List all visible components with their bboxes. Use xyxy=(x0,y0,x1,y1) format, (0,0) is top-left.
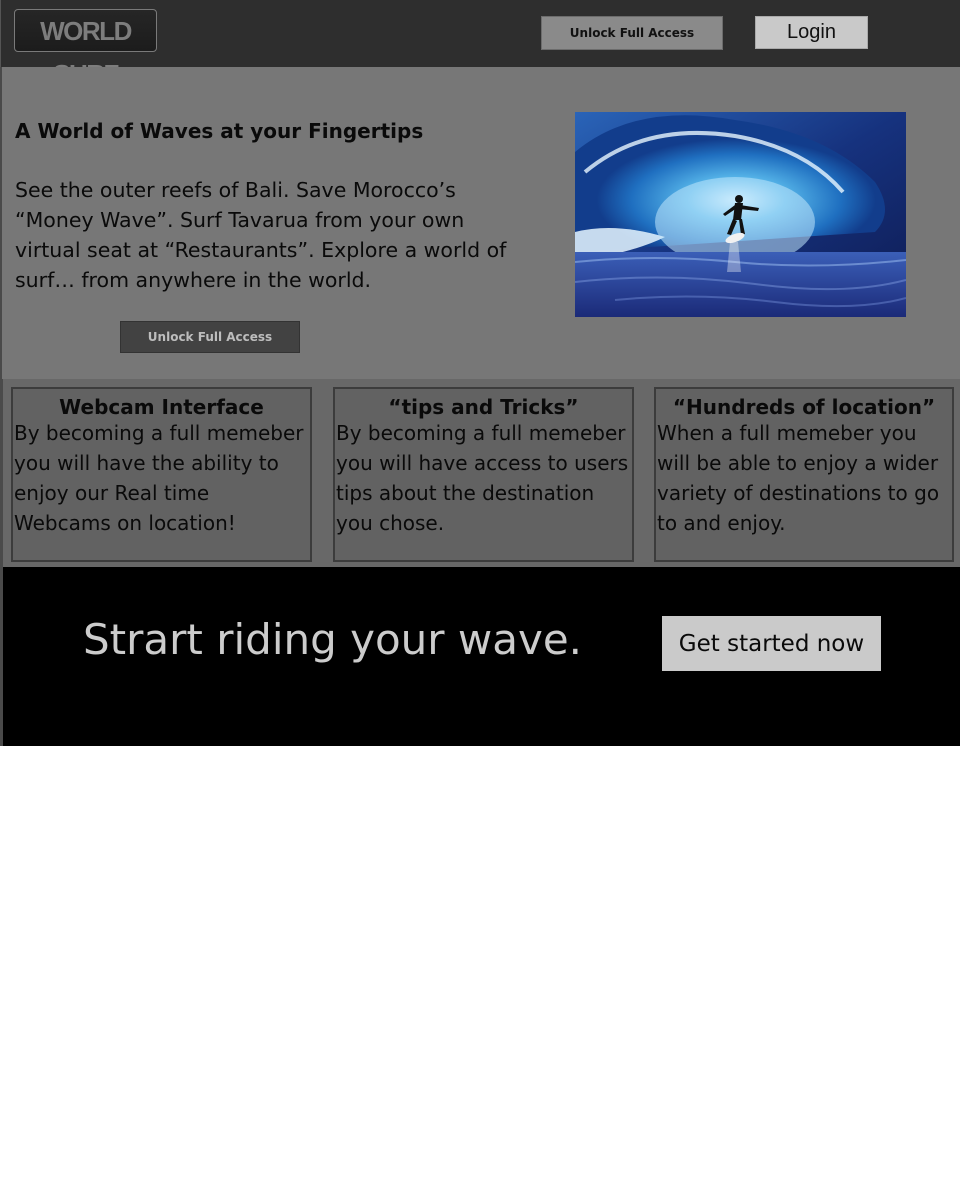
page: WORLD SURF Unlock Full Access Login A Wo… xyxy=(0,0,960,746)
logo[interactable]: WORLD SURF xyxy=(14,9,157,89)
feature-text: By becoming a full memeber you will have… xyxy=(336,421,629,535)
feature-title: “Hundreds of location” xyxy=(672,395,936,419)
feature-card-tips: “tips and Tricks” By becoming a full mem… xyxy=(333,387,634,562)
feature-text: When a full memeber you will be able to … xyxy=(657,421,940,535)
feature-card-webcam: Webcam Interface By becoming a full meme… xyxy=(11,387,312,562)
login-button[interactable]: Login xyxy=(755,16,868,49)
cta-headline: Strart riding your wave. xyxy=(83,615,583,664)
hero-section: A World of Waves at your Fingertips See … xyxy=(0,67,960,379)
hero-title: A World of Waves at your Fingertips xyxy=(15,119,424,143)
get-started-button[interactable]: Get started now xyxy=(662,616,881,671)
cta-section: Strart riding your wave. Get started now xyxy=(0,567,960,746)
hero-description: See the outer reefs of Bali. Save Morocc… xyxy=(15,178,507,292)
feature-card-locations: “Hundreds of location” When a full memeb… xyxy=(654,387,954,562)
feature-title: Webcam Interface xyxy=(59,395,264,419)
feature-text: By becoming a full memeber you will have… xyxy=(14,421,304,535)
surf-wave-image xyxy=(575,112,906,317)
feature-title: “tips and Tricks” xyxy=(388,395,579,419)
features-section: Webcam Interface By becoming a full meme… xyxy=(0,379,960,567)
header: WORLD SURF Unlock Full Access Login xyxy=(0,0,960,89)
unlock-full-access-button[interactable]: Unlock Full Access xyxy=(541,16,723,50)
hero-unlock-button[interactable]: Unlock Full Access xyxy=(120,321,300,353)
